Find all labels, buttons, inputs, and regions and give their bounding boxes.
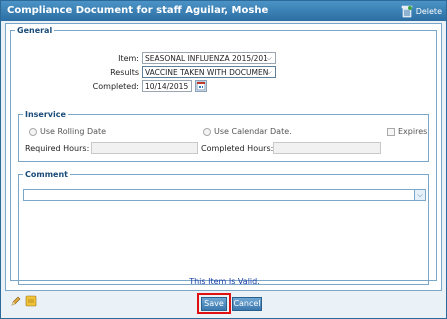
inservice-section: Inservice Use Rolling Date Use Calendar … <box>18 110 429 162</box>
radio-circle-icon <box>29 127 37 136</box>
footer-icons <box>10 295 37 307</box>
item-label: Item: <box>118 54 139 63</box>
cancel-button[interactable]: Cancel <box>232 297 262 311</box>
use-calendar-date-label: Use Calendar Date. <box>214 127 292 136</box>
checkbox-icon <box>387 127 395 136</box>
use-rolling-date-radio[interactable]: Use Rolling Date <box>29 127 106 136</box>
completed-date-input[interactable]: 10/14/2015 <box>142 80 192 92</box>
calendar-icon <box>196 81 206 91</box>
validation-message: This Item Is Valid. <box>189 277 260 286</box>
general-legend: General <box>17 26 53 35</box>
dialog-titlebar: Compliance Document for staff Aguilar, M… <box>1 1 446 21</box>
item-select[interactable]: SEASONAL INFLUENZA 2015/201 ⌵ <box>142 52 276 64</box>
inservice-legend: Inservice <box>25 110 66 119</box>
expires-label: Expires <box>398 127 428 136</box>
use-rolling-date-label: Use Rolling Date <box>40 127 107 136</box>
completed-label: Completed: <box>92 82 139 91</box>
results-label: Results <box>110 68 139 77</box>
dialog-title: Compliance Document for staff Aguilar, M… <box>7 5 269 16</box>
expires-checkbox[interactable]: Expires <box>387 127 427 136</box>
required-hours-label: Required Hours: <box>25 144 90 153</box>
notes-icon[interactable] <box>25 295 37 307</box>
item-value: SEASONAL INFLUENZA 2015/201 <box>145 54 268 63</box>
required-hours-input[interactable] <box>91 142 198 154</box>
compliance-dialog: Compliance Document for staff Aguilar, M… <box>0 0 447 319</box>
chevron-down-icon[interactable]: ⌵ <box>414 190 425 200</box>
chevron-down-icon: ⌵ <box>266 68 272 76</box>
comment-section: Comment ⌵ <box>18 170 429 285</box>
delete-label: Delete <box>415 6 442 16</box>
completed-date-value: 10/14/2015 <box>145 82 189 91</box>
results-select[interactable]: VACCINE TAKEN WITH DOCUMEN ⌵ <box>142 66 276 78</box>
completed-hours-input[interactable] <box>273 142 381 154</box>
chevron-down-icon: ⌵ <box>266 54 272 62</box>
pencil-icon[interactable] <box>10 295 22 307</box>
dialog-body: General Item: SEASONAL INFLUENZA 2015/20… <box>5 23 442 291</box>
use-calendar-date-radio[interactable]: Use Calendar Date. <box>203 127 292 136</box>
save-button[interactable]: Save <box>201 297 227 311</box>
calendar-button[interactable] <box>195 80 207 92</box>
comment-dropdown[interactable]: ⌵ <box>23 189 426 201</box>
delete-button[interactable]: Delete <box>401 3 442 19</box>
completed-hours-label: Completed Hours: <box>201 144 274 153</box>
comment-legend: Comment <box>25 170 68 179</box>
trash-icon <box>401 5 413 18</box>
radio-circle-icon <box>203 127 211 136</box>
results-value: VACCINE TAKEN WITH DOCUMEN <box>145 68 269 77</box>
